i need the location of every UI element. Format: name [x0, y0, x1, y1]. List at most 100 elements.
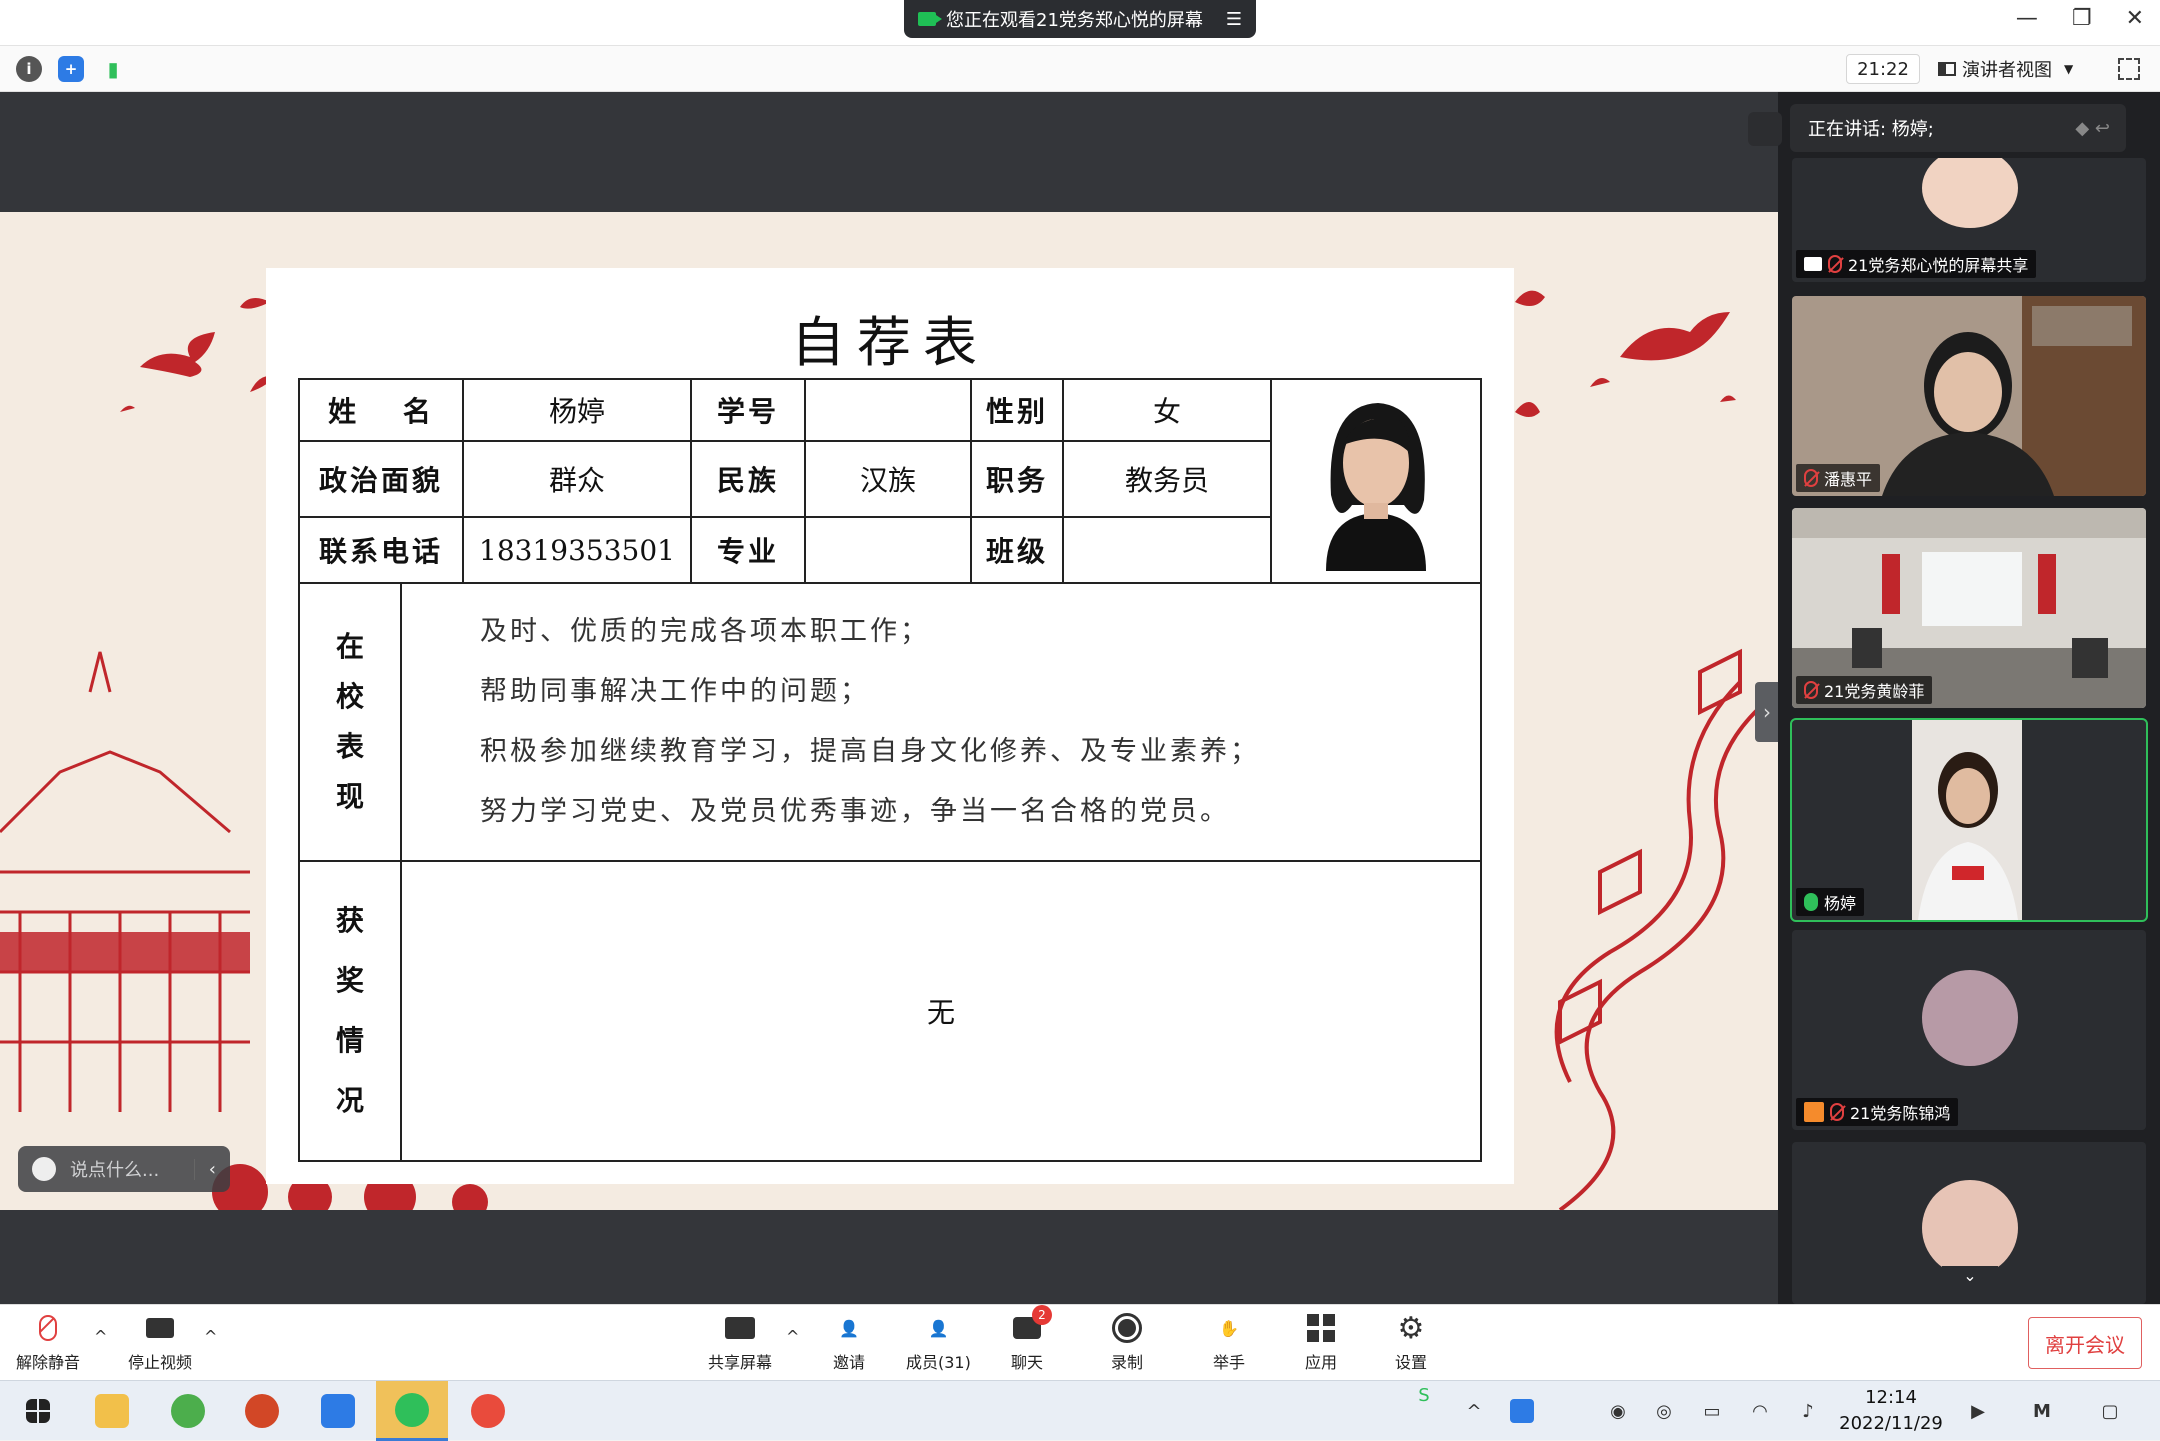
close-icon[interactable]: ✕ — [2126, 6, 2144, 31]
class-value — [1062, 516, 1272, 584]
video-tile-participant[interactable]: ⌄ — [1792, 1142, 2146, 1304]
unmute-button[interactable]: 解除静音 — [16, 1311, 80, 1373]
avatar — [1922, 1180, 2018, 1276]
members-label: 成员(31) — [906, 1353, 971, 1372]
political-value: 群众 — [462, 440, 692, 518]
mic-active-icon — [1804, 893, 1818, 911]
student-id-value — [804, 378, 972, 442]
video-tile-active-speaker[interactable]: 杨婷 — [1790, 718, 2148, 922]
avatar — [1922, 158, 2018, 228]
pin-icon[interactable]: ◆ ↩ — [2075, 118, 2110, 139]
notification-icon[interactable]: ▢ — [2098, 1399, 2122, 1423]
video-tile-participant[interactable]: 21党务陈锦鸿 — [1792, 930, 2146, 1130]
ethnicity-value: 汉族 — [804, 440, 972, 518]
add-user-icon: 👤 — [839, 1318, 859, 1338]
settings-button[interactable]: ⚙ 设置 — [1394, 1311, 1428, 1373]
leave-meeting-button[interactable]: 离开会议 — [2028, 1317, 2142, 1369]
name-value: 杨婷 — [462, 378, 692, 442]
awards-row: 获 奖 情 况 无 — [298, 860, 1482, 1162]
invite-button[interactable]: 👤 邀请 — [832, 1311, 866, 1373]
shield-icon[interactable]: + — [58, 56, 84, 82]
chevron-down-icon[interactable]: ⌄ — [1942, 1266, 1998, 1292]
political-label: 政治面貌 — [298, 440, 464, 518]
app-tray-icon[interactable]: ◉ — [1606, 1399, 1630, 1423]
layout-icon — [1938, 62, 1956, 76]
performance-label-char: 现 — [335, 780, 364, 813]
video-camera-icon — [143, 1311, 177, 1345]
tile-name-label: 21党务郑心悦的屏幕共享 — [1848, 256, 2029, 275]
person-icon — [1804, 1102, 1824, 1122]
chat-placeholder: 说点什么... — [70, 1160, 160, 1181]
battery-icon[interactable]: ▭ — [1700, 1399, 1724, 1423]
taskbar-snipping[interactable] — [452, 1381, 524, 1441]
awards-label: 获 奖 情 况 — [298, 860, 402, 1162]
restore-icon[interactable]: ❐ — [2072, 6, 2092, 31]
performance-line: 及时、优质的完成各项本职工作； — [480, 616, 930, 647]
chevron-up-icon[interactable]: ^ — [786, 1327, 799, 1346]
stop-video-button[interactable]: 停止视频 — [128, 1311, 192, 1373]
tile-name-label: 潘惠平 — [1824, 470, 1873, 489]
recommendation-form-document: 自荐表 姓 名 杨婷 学号 性别 女 政治面貌 群众 民族 汉族 职务 教务员 … — [266, 268, 1514, 1184]
performance-label-char: 校 — [335, 680, 364, 713]
performance-line: 努力学习党史、及党员优秀事迹，争当一名合格的党员。 — [480, 796, 1230, 827]
fullscreen-icon[interactable] — [2118, 58, 2140, 80]
chevron-up-icon[interactable]: ^ — [94, 1327, 107, 1346]
scissors-icon — [471, 1394, 505, 1428]
start-button[interactable] — [2, 1381, 74, 1441]
panel-collapse-handle[interactable]: › — [1755, 682, 1779, 742]
gear-icon: ⚙ — [1397, 1310, 1425, 1346]
gender-label: 性别 — [970, 378, 1064, 442]
taskbar-browser[interactable] — [152, 1381, 224, 1441]
window-controls: — ❐ ✕ — [2016, 6, 2144, 31]
tile-name-label: 杨婷 — [1824, 894, 1857, 913]
record-button[interactable]: 录制 — [1110, 1311, 1144, 1373]
tile-name-label: 21党务陈锦鸿 — [1850, 1104, 1951, 1123]
performance-label-char: 在 — [335, 630, 364, 663]
taskbar-meeting-app[interactable] — [302, 1381, 374, 1441]
taskbar-wechat[interactable] — [376, 1381, 448, 1441]
taskbar-powerpoint[interactable] — [226, 1381, 298, 1441]
mic-muted-icon — [1828, 255, 1842, 273]
performance-content: 及时、优质的完成各项本职工作； 帮助同事解决工作中的问题； 积极参加继续教育学习… — [400, 582, 1482, 862]
recommendation-form-table: 姓 名 杨婷 学号 性别 女 政治面貌 群众 民族 汉族 职务 教务员 联系电话… — [298, 378, 1482, 584]
student-id-label: 学号 — [690, 378, 806, 442]
phone-label: 联系电话 — [298, 516, 464, 584]
id-photo — [1286, 384, 1466, 571]
meeting-tray-icon[interactable] — [1510, 1399, 1534, 1423]
chevron-up-icon[interactable]: ^ — [204, 1327, 217, 1346]
chat-button[interactable]: 2 聊天 — [1010, 1305, 1052, 1373]
media-icon[interactable]: ▶ — [1966, 1399, 1990, 1423]
taskbar-file-explorer[interactable] — [76, 1381, 148, 1441]
chat-quick-input[interactable]: 说点什么... ‹ — [18, 1146, 230, 1192]
now-speaking-text: 正在讲话: 杨婷; — [1808, 119, 1934, 140]
volume-icon[interactable]: ♪ — [1796, 1399, 1820, 1423]
chevron-up-icon[interactable]: ^ — [1462, 1399, 1486, 1423]
record-icon — [1110, 1311, 1144, 1345]
performance-label-char: 表 — [335, 730, 364, 763]
members-button[interactable]: 👤 成员(31) — [906, 1311, 971, 1373]
menu-icon[interactable]: ☰ — [1226, 9, 1242, 30]
video-tile-participant[interactable]: 21党务黄龄菲 — [1792, 508, 2146, 708]
share-banner[interactable]: 您正在观看21党务郑心悦的屏幕 ☰ — [904, 0, 1256, 38]
video-tile-screen-share[interactable]: 21党务郑心悦的屏幕共享 — [1792, 158, 2146, 282]
awards-label-char: 奖 — [335, 964, 364, 997]
emoji-icon[interactable] — [32, 1157, 56, 1181]
apps-button[interactable]: 应用 — [1304, 1311, 1338, 1373]
share-screen-label: 共享屏幕 — [708, 1353, 773, 1372]
signal-icon[interactable]: ▮ — [100, 56, 126, 82]
input-method-icon[interactable]: S — [1412, 1383, 1436, 1407]
qq-icon[interactable]: ◎ — [1652, 1399, 1676, 1423]
ethnicity-label: 民族 — [690, 440, 806, 518]
raise-hand-button[interactable]: ✋ 举手 — [1212, 1311, 1246, 1373]
minimize-icon[interactable]: — — [2016, 6, 2038, 31]
mic-muted-icon — [1804, 469, 1818, 487]
info-icon[interactable]: i — [16, 56, 42, 82]
system-clock[interactable]: 12:14 2022/11/29 — [1836, 1385, 1946, 1437]
chevron-left-icon[interactable]: ‹ — [193, 1158, 230, 1180]
wifi-icon[interactable]: ◠ — [1748, 1399, 1772, 1423]
share-screen-button[interactable]: 共享屏幕 — [708, 1311, 772, 1373]
video-tile-participant[interactable]: 潘惠平 — [1792, 296, 2146, 496]
input-mode-icon[interactable]: M — [2030, 1399, 2054, 1423]
speaker-view-button[interactable]: 演讲者视图 ▼ — [1938, 54, 2096, 84]
video-camera-icon — [918, 12, 942, 26]
